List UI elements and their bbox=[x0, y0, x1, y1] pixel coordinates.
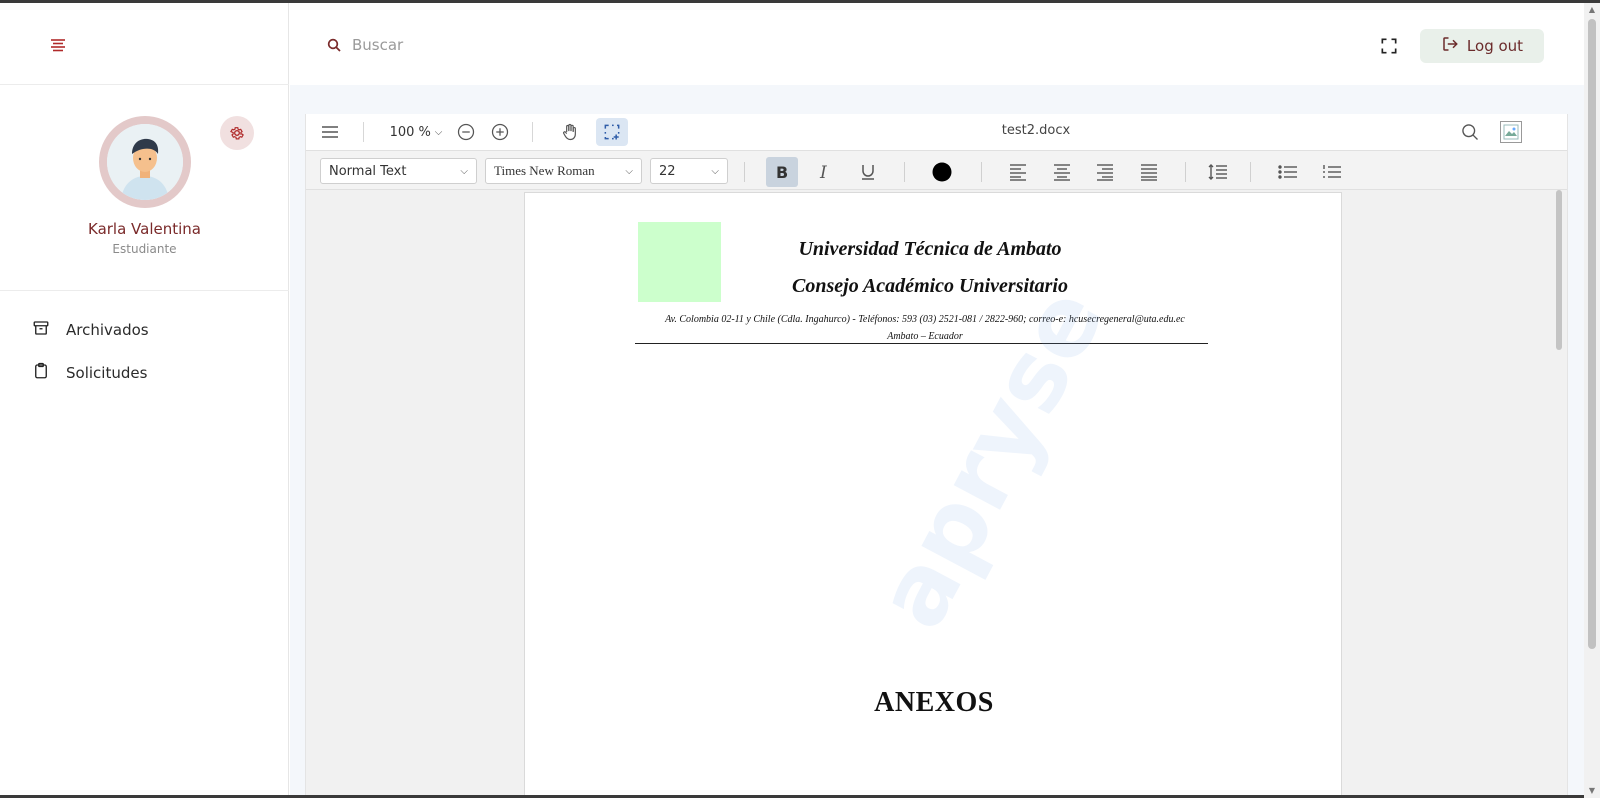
document-title-line2: Consejo Académico Universitario bbox=[792, 275, 1068, 297]
chevron-down-icon: ⌵ bbox=[625, 165, 633, 177]
chevron-down-icon: ⌵ bbox=[711, 165, 719, 177]
bullet-list-icon[interactable] bbox=[1272, 157, 1304, 187]
logout-icon bbox=[1441, 35, 1459, 57]
toolbar-divider bbox=[532, 122, 533, 142]
text-color-icon[interactable] bbox=[926, 157, 958, 187]
viewer-scrollbar[interactable] bbox=[1554, 190, 1564, 798]
clipboard-icon bbox=[32, 362, 50, 384]
user-name: Karla Valentina bbox=[88, 220, 201, 238]
sidebar-item-solicitudes[interactable]: Solicitudes bbox=[32, 358, 147, 388]
chevron-down-icon: ⌵ bbox=[434, 126, 443, 138]
header-rule bbox=[635, 343, 1208, 344]
sidebar-item-archivados[interactable]: Archivados bbox=[32, 315, 149, 345]
align-right-icon[interactable] bbox=[1089, 157, 1121, 187]
chevron-down-icon: ⌵ bbox=[460, 165, 468, 177]
search-input[interactable] bbox=[352, 30, 852, 60]
viewer-search-icon[interactable] bbox=[1456, 118, 1484, 146]
window-scrollbar[interactable]: ▲ ▼ bbox=[1584, 3, 1600, 798]
bold-icon[interactable]: B bbox=[766, 157, 798, 187]
top-header: Log out bbox=[290, 3, 1584, 85]
scroll-up-icon[interactable]: ▲ bbox=[1584, 3, 1600, 17]
toolbar-divider bbox=[1185, 162, 1186, 182]
zoom-in-icon[interactable] bbox=[488, 118, 512, 146]
paragraph-style-value: Normal Text bbox=[329, 163, 407, 179]
zoom-unit: % bbox=[418, 124, 431, 140]
toolbar-divider bbox=[1250, 162, 1251, 182]
document-title-line1: Universidad Técnica de Ambato bbox=[798, 238, 1062, 260]
document-canvas[interactable]: Universidad Técnica de Ambato Consejo Ac… bbox=[306, 190, 1567, 798]
font-size-value: 22 bbox=[659, 163, 676, 179]
svg-text:I: I bbox=[819, 164, 827, 180]
document-address: Av. Colombia 02-11 y Chile (Cdla. Ingahu… bbox=[635, 311, 1215, 345]
format-toolbar: Normal Text ⌵ Times New Roman ⌵ 22 ⌵ B I bbox=[306, 150, 1567, 190]
numbered-list-icon[interactable] bbox=[1316, 157, 1348, 187]
underline-icon[interactable] bbox=[852, 157, 884, 187]
logout-label: Log out bbox=[1466, 37, 1524, 55]
document-viewer: 100% ⌵ test2.docx Normal Text ⌵ Times Ne… bbox=[305, 114, 1568, 798]
toolbar-divider bbox=[904, 162, 905, 182]
align-justify-icon[interactable] bbox=[1133, 157, 1165, 187]
window-scrollbar-thumb[interactable] bbox=[1588, 19, 1596, 649]
zoom-out-icon[interactable] bbox=[454, 118, 478, 146]
fullscreen-icon[interactable] bbox=[1379, 36, 1401, 58]
pan-hand-icon[interactable] bbox=[556, 118, 584, 146]
zoom-value: 100 bbox=[389, 124, 415, 140]
sidebar-item-label: Solicitudes bbox=[66, 364, 148, 382]
logout-button[interactable]: Log out bbox=[1420, 29, 1544, 63]
toolbar-divider bbox=[744, 162, 745, 182]
scrollbar-thumb[interactable] bbox=[1556, 190, 1562, 350]
viewer-toolbar: 100% ⌵ test2.docx bbox=[306, 114, 1567, 150]
align-left-icon[interactable] bbox=[1002, 157, 1034, 187]
archive-icon bbox=[32, 319, 50, 341]
document-heading: ANEXOS bbox=[874, 687, 994, 718]
divider bbox=[0, 290, 289, 291]
svg-text:B: B bbox=[776, 164, 788, 180]
avatar bbox=[99, 116, 191, 208]
search-icon bbox=[326, 37, 344, 55]
broken-image-icon[interactable] bbox=[1498, 118, 1524, 146]
line-spacing-icon[interactable] bbox=[1202, 157, 1234, 187]
document-file-name: test2.docx bbox=[1001, 123, 1071, 138]
font-family-value: Times New Roman bbox=[494, 163, 595, 178]
document-page[interactable]: Universidad Técnica de Ambato Consejo Ac… bbox=[524, 192, 1342, 798]
divider bbox=[0, 84, 289, 85]
sidebar: Karla Valentina Estudiante Archivados So… bbox=[0, 3, 289, 798]
italic-icon[interactable]: I bbox=[809, 157, 841, 187]
align-center-icon[interactable] bbox=[1046, 157, 1078, 187]
font-size-select[interactable]: 22 ⌵ bbox=[650, 158, 728, 184]
viewer-menu-icon[interactable] bbox=[316, 118, 344, 146]
address-line1: Av. Colombia 02-11 y Chile (Cdla. Ingahu… bbox=[665, 314, 1185, 325]
toolbar-divider bbox=[363, 122, 364, 142]
sidebar-item-label: Archivados bbox=[66, 321, 149, 339]
toolbar-divider bbox=[981, 162, 982, 182]
font-family-select[interactable]: Times New Roman ⌵ bbox=[485, 158, 642, 184]
zoom-select[interactable]: 100% ⌵ bbox=[386, 118, 446, 146]
select-region-icon[interactable] bbox=[596, 118, 628, 146]
scroll-down-icon[interactable]: ▼ bbox=[1584, 784, 1600, 798]
paragraph-style-select[interactable]: Normal Text ⌵ bbox=[320, 158, 477, 184]
user-role: Estudiante bbox=[112, 242, 177, 256]
menu-toggle-icon[interactable] bbox=[46, 33, 70, 57]
settings-gear-icon[interactable] bbox=[220, 116, 254, 150]
